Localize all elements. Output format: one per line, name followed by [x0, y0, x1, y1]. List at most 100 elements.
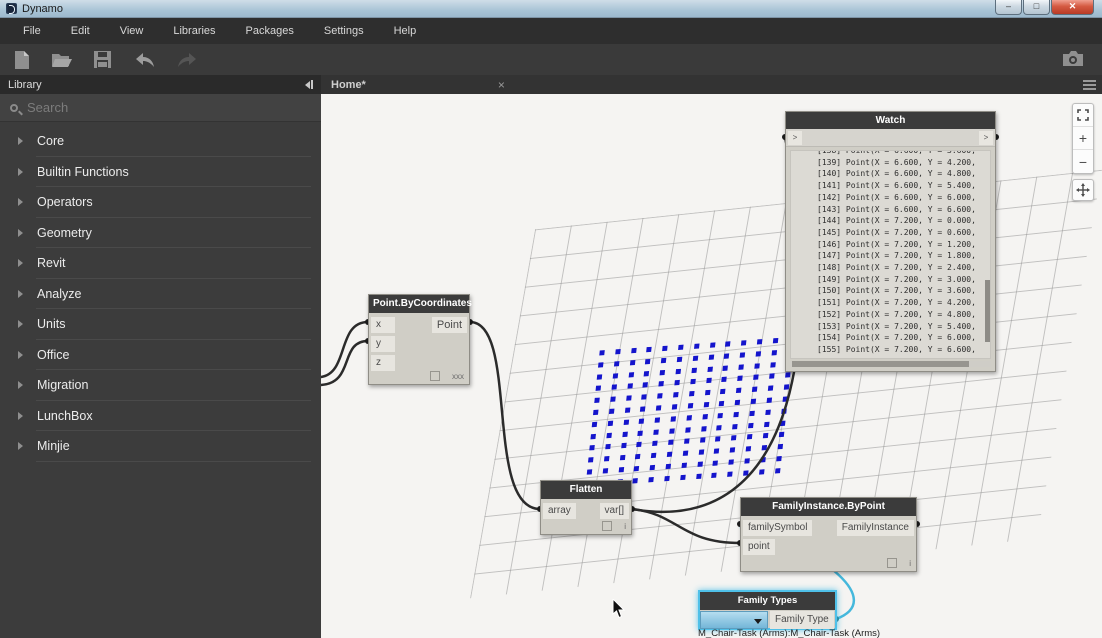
- node-title[interactable]: Point.ByCoordinates: [369, 295, 469, 313]
- open-file-icon[interactable]: [52, 51, 72, 68]
- port-output-familyinstance[interactable]: FamilyInstance: [837, 520, 914, 536]
- port-output-point[interactable]: Point: [432, 317, 467, 333]
- redo-icon[interactable]: [177, 52, 199, 68]
- menu-item-view[interactable]: View: [105, 18, 159, 44]
- sidebar-item-analyze[interactable]: Analyze: [0, 279, 321, 310]
- camera-icon[interactable]: [1062, 51, 1084, 72]
- sidebar-item-builtin-functions[interactable]: Builtin Functions: [0, 157, 321, 188]
- sidebar-item-migration[interactable]: Migration: [0, 370, 321, 401]
- library-item-label: Revit: [37, 256, 65, 270]
- minimize-button[interactable]: –: [995, 0, 1022, 15]
- port-output[interactable]: >: [979, 131, 993, 145]
- watch-row: [149] Point(X = 7.200, Y = 3.000,: [817, 274, 990, 286]
- lacing-indicator[interactable]: i: [624, 522, 626, 531]
- canvas-controls: + −: [1072, 103, 1094, 201]
- expand-arrow-icon[interactable]: [18, 168, 23, 176]
- watch-row: [140] Point(X = 6.600, Y = 4.800,: [817, 168, 990, 180]
- close-button[interactable]: ✕: [1051, 0, 1094, 15]
- expand-arrow-icon[interactable]: [18, 229, 23, 237]
- search-icon: [10, 104, 18, 112]
- port-input-x[interactable]: x: [371, 317, 395, 333]
- lacing-indicator[interactable]: xxx: [452, 372, 464, 381]
- node-title[interactable]: FamilyInstance.ByPoint: [741, 498, 916, 516]
- maximize-button[interactable]: □: [1023, 0, 1050, 15]
- preview-checkbox[interactable]: [602, 521, 612, 531]
- menu-item-edit[interactable]: Edit: [56, 18, 105, 44]
- tab-list-menu-icon[interactable]: [1083, 80, 1096, 90]
- undo-icon[interactable]: [133, 52, 155, 68]
- sidebar-item-geometry[interactable]: Geometry: [0, 218, 321, 249]
- expand-arrow-icon[interactable]: [18, 381, 23, 389]
- node-title[interactable]: Flatten: [541, 481, 631, 499]
- port-input-point[interactable]: point: [743, 539, 775, 555]
- zoom-out-button[interactable]: −: [1073, 150, 1093, 173]
- watch-row: [146] Point(X = 7.200, Y = 1.200,: [817, 239, 990, 251]
- watch-value-list[interactable]: [138] Point(X = 6.600, Y = 3.600,[139] P…: [790, 150, 991, 359]
- new-file-icon[interactable]: [14, 51, 30, 69]
- preview-checkbox[interactable]: [430, 371, 440, 381]
- watch-row: [148] Point(X = 7.200, Y = 2.400,: [817, 262, 990, 274]
- expand-arrow-icon[interactable]: [18, 137, 23, 145]
- node-flatten[interactable]: Flatten array var[] i: [540, 480, 632, 535]
- library-item-label: Core: [37, 134, 64, 148]
- sidebar-item-revit[interactable]: Revit: [0, 248, 321, 279]
- sidebar-item-units[interactable]: Units: [0, 309, 321, 340]
- save-icon[interactable]: [94, 51, 111, 68]
- expand-arrow-icon[interactable]: [18, 442, 23, 450]
- node-familyinstance-bypoint[interactable]: FamilyInstance.ByPoint familySymbol poin…: [740, 497, 917, 572]
- menu-item-help[interactable]: Help: [379, 18, 432, 44]
- expand-arrow-icon[interactable]: [18, 198, 23, 206]
- port-output-familytype[interactable]: Family Type: [770, 611, 834, 629]
- mouse-cursor: [612, 599, 626, 624]
- node-watch[interactable]: Watch > > [138] Point(X = 6.600, Y = 3.6…: [785, 111, 996, 372]
- sidebar-item-core[interactable]: Core: [0, 126, 321, 157]
- wire-flatten-to-point-input: [632, 509, 740, 543]
- port-input-z[interactable]: z: [371, 355, 395, 371]
- menu-item-settings[interactable]: Settings: [309, 18, 379, 44]
- watch-row: [145] Point(X = 7.200, Y = 0.600,: [817, 227, 990, 239]
- watch-row: [144] Point(X = 7.200, Y = 0.000,: [817, 215, 990, 227]
- tab-home[interactable]: Home*: [331, 79, 366, 91]
- expand-arrow-icon[interactable]: [18, 320, 23, 328]
- menu-item-libraries[interactable]: Libraries: [158, 18, 230, 44]
- library-item-label: Units: [37, 317, 65, 331]
- watch-horizontal-scrollbar[interactable]: [790, 361, 991, 367]
- expand-arrow-icon[interactable]: [18, 259, 23, 267]
- expand-arrow-icon[interactable]: [18, 290, 23, 298]
- pan-button[interactable]: [1072, 179, 1094, 201]
- search-input[interactable]: [27, 100, 227, 115]
- port-input-y[interactable]: y: [371, 336, 395, 352]
- port-output-var[interactable]: var[]: [600, 503, 629, 519]
- node-family-types[interactable]: Family Types Family Type: [698, 590, 837, 630]
- preview-checkbox[interactable]: [887, 558, 897, 568]
- tab-bar: Home* ×: [321, 75, 1102, 94]
- lacing-indicator[interactable]: i: [909, 559, 911, 568]
- watch-row: [143] Point(X = 6.600, Y = 6.600,: [817, 204, 990, 216]
- expand-arrow-icon[interactable]: [18, 412, 23, 420]
- expand-arrow-icon[interactable]: [18, 351, 23, 359]
- library-header: Library: [0, 75, 321, 94]
- collapse-library-icon[interactable]: [305, 80, 313, 89]
- tab-close-icon[interactable]: ×: [498, 80, 505, 90]
- sidebar-item-lunchbox[interactable]: LunchBox: [0, 401, 321, 432]
- sidebar-item-office[interactable]: Office: [0, 340, 321, 371]
- family-type-dropdown[interactable]: [700, 611, 768, 629]
- node-title[interactable]: Watch: [786, 112, 995, 130]
- menu-item-packages[interactable]: Packages: [231, 18, 309, 44]
- family-type-note: M_Chair-Task (Arms):M_Chair-Task (Arms): [698, 628, 880, 638]
- sidebar-item-operators[interactable]: Operators: [0, 187, 321, 218]
- menu-item-file[interactable]: File: [8, 18, 56, 44]
- zoom-in-button[interactable]: +: [1073, 127, 1093, 150]
- watch-vertical-scrollbar[interactable]: [985, 150, 990, 359]
- zoom-fit-button[interactable]: [1073, 104, 1093, 127]
- port-input-array[interactable]: array: [543, 503, 576, 519]
- watch-row: [153] Point(X = 7.200, Y = 5.400,: [817, 321, 990, 333]
- library-search: [0, 94, 321, 122]
- workspace-canvas[interactable]: Point.ByCoordinates x y z Point xxx Watc…: [321, 94, 1102, 638]
- port-input-familysymbol[interactable]: familySymbol: [743, 520, 812, 536]
- node-title[interactable]: Family Types: [700, 592, 835, 610]
- library-item-label: Minjie: [37, 439, 70, 453]
- sidebar-item-minjie[interactable]: Minjie: [0, 431, 321, 462]
- node-point-bycoordinates[interactable]: Point.ByCoordinates x y z Point xxx: [368, 294, 470, 385]
- port-input[interactable]: >: [788, 131, 802, 145]
